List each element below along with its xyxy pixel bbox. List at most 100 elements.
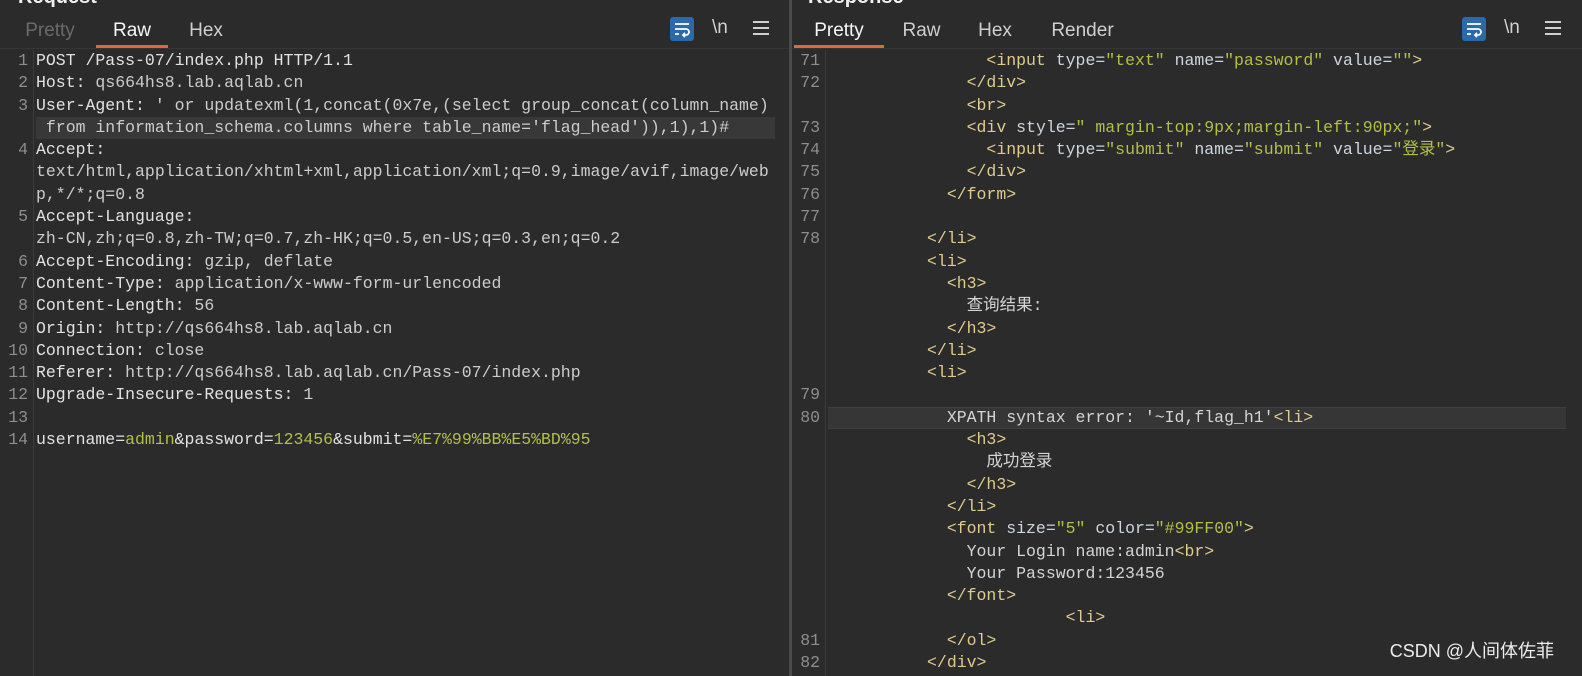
code-token: admin (125, 430, 175, 450)
tab-raw[interactable]: Raw (886, 14, 957, 48)
code-row: </h3> (828, 318, 1566, 340)
request-text-area[interactable]: POST /Pass-07/index.php HTTP/1.1 Host: qs… (36, 50, 775, 676)
line-number: 76 (800, 184, 820, 204)
code-token: name= (1184, 140, 1244, 160)
code-row: </li> (828, 496, 1566, 518)
line-number (792, 496, 820, 518)
editor-menu-button[interactable] (753, 21, 769, 36)
line-number (792, 251, 820, 273)
code-token: gzip, deflate (194, 251, 334, 271)
tab-hex[interactable]: Hex (960, 14, 1030, 48)
tab-pretty[interactable]: Pretty (794, 14, 884, 48)
code-token: <li> (1273, 407, 1314, 427)
editor-menu-button[interactable] (1545, 21, 1561, 36)
code-token: <br> (1174, 541, 1215, 561)
panel-title: Response (808, 0, 904, 9)
code-token: 查询结果: (828, 296, 1043, 316)
code-token: XPATH syntax error: '~Id,flag_h1' (828, 407, 1274, 427)
line-number: 6 (18, 251, 28, 271)
code-row: text/html,application/xhtml+xml,applicat… (36, 161, 775, 183)
code-row: </li> (828, 340, 1566, 362)
code-token: </div> (828, 653, 987, 673)
code-token: Content-Length: (36, 296, 185, 316)
line-number: 11 (8, 363, 28, 383)
request-editor[interactable]: 1 2 3 4 5 6 7 8 9 10 11 12 13 14 POST /Pass-07/index.… (0, 50, 789, 676)
code-token: "text" (1105, 51, 1165, 70)
code-token: > (1243, 519, 1254, 539)
line-number (0, 117, 28, 139)
code-token: &submit= (333, 430, 413, 450)
tab-hex[interactable]: Hex (170, 14, 242, 48)
show-newlines-button[interactable]: \n (1504, 15, 1520, 41)
line-number: 80 (800, 407, 820, 427)
panel-title: Request (18, 0, 97, 9)
code-row: <li> (828, 251, 1566, 273)
code-row: username=admin&password=123456&submit=%E… (36, 429, 775, 451)
current-line-row: XPATH syntax error: '~Id,flag_h1'<li> (828, 406, 1566, 430)
line-number: 72 (800, 73, 820, 93)
code-token: <li> (828, 251, 967, 271)
line-number (0, 184, 28, 206)
line-number: 79 (800, 385, 820, 405)
code-token: "" (1392, 51, 1413, 70)
line-number: 10 (8, 340, 28, 360)
code-token: <br> (828, 95, 1007, 115)
line-number (792, 362, 820, 384)
code-row: Host: qs664hs8.lab.aqlab.cn (36, 72, 775, 94)
line-number (792, 340, 820, 362)
code-token: 56 (184, 296, 215, 316)
response-view-tabs: Pretty Raw Hex Render (792, 14, 1152, 48)
code-row: <li> (828, 607, 1566, 629)
request-view-tabs: Pretty Raw Hex (0, 14, 360, 48)
code-token: "password" (1224, 51, 1324, 70)
line-number: 4 (18, 140, 28, 160)
line-number (792, 295, 820, 317)
code-row: POST /Pass-07/index.php HTTP/1.1 (36, 50, 775, 72)
line-number (792, 451, 820, 473)
line-number (792, 429, 820, 451)
line-number (792, 95, 820, 117)
line-number: 13 (8, 407, 28, 427)
tabbar-divider (0, 48, 789, 49)
code-token: Accept-Encoding: (36, 251, 195, 271)
hamburger-menu-icon (753, 21, 769, 35)
code-token: Your Password:123456 (828, 563, 1165, 583)
code-row: Connection: close (36, 340, 775, 362)
line-number: 7 (18, 273, 28, 293)
code-token: type= (1045, 140, 1106, 160)
tab-raw[interactable]: Raw (96, 14, 168, 48)
code-row: Content-Length: 56 (36, 295, 775, 317)
code-row: <h3> (828, 273, 1566, 295)
code-token: http://qs664hs8.lab.aqlab.cn/Pass-07/ind… (115, 363, 581, 383)
code-token: </ol> (828, 630, 997, 650)
code-token: </h3> (828, 318, 997, 338)
line-number: 8 (18, 296, 28, 316)
code-row: </h3> (828, 474, 1566, 496)
code-token: Upgrade-Insecure-Requests: (36, 385, 294, 405)
code-row (828, 206, 1566, 228)
request-panel: Request Pretty Raw Hex \n 12345678910111… (0, 0, 789, 676)
code-token: <li> (828, 608, 1106, 628)
code-row: <li> (828, 362, 1566, 384)
code-row: Referer: http://qs664hs8.lab.aqlab.cn/Pa… (36, 362, 775, 384)
word-wrap-toggle-button[interactable] (670, 17, 694, 41)
tab-pretty[interactable]: Pretty (4, 14, 96, 48)
code-token: </font> (828, 586, 1017, 606)
code-token: "submit" (1105, 140, 1185, 160)
word-wrap-toggle-button[interactable] (1462, 17, 1486, 41)
code-row: zh-CN,zh;q=0.8,zh-TW;q=0.7,zh-HK;q=0.5,e… (36, 228, 775, 250)
code-row: <br> (828, 95, 1566, 117)
code-token: </h3> (828, 474, 1017, 494)
show-newlines-button[interactable]: \n (712, 15, 728, 41)
tab-render[interactable]: Render (1037, 14, 1128, 48)
code-token: close (144, 340, 205, 360)
line-number (0, 228, 28, 250)
response-text-area[interactable]: <input type="text" name="password" value… (828, 50, 1566, 676)
code-token: Host: (36, 73, 86, 93)
code-row: 成功登录 (828, 451, 1566, 473)
code-row: <input type="submit" name="submit" value… (828, 139, 1566, 161)
code-token: "登录" (1392, 140, 1446, 160)
line-number (792, 474, 820, 496)
response-editor[interactable]: 71 72 73 74 75 76 77 78 79 80 81 82 <input type="te… (792, 50, 1582, 676)
code-token: Accept-Language: (36, 207, 195, 227)
